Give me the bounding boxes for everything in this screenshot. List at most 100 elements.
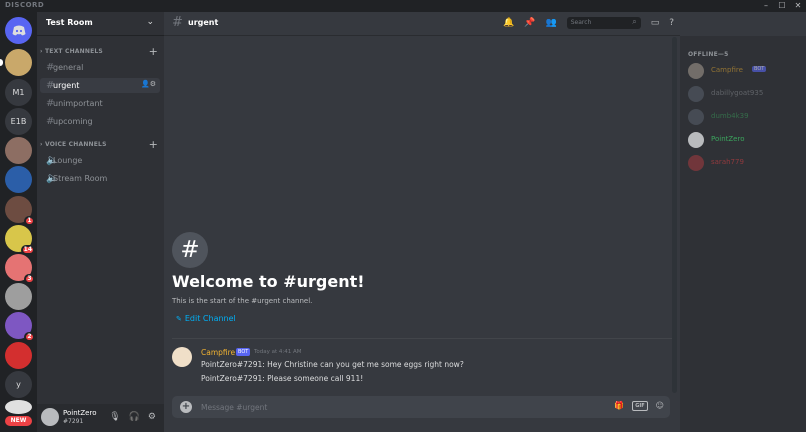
channel-settings-icons[interactable]: 👤⚙ [141, 80, 156, 88]
guild-icon[interactable] [5, 342, 32, 369]
guild-icon[interactable] [0, 49, 32, 76]
server-header[interactable]: Test Room ⌄ [37, 12, 164, 36]
composer-placeholder: Message #urgent [201, 403, 268, 412]
chevron-down-icon: ⌄ [146, 17, 154, 27]
message-timestamp: Today at 4:41 AM [254, 349, 302, 355]
hash-icon: # [172, 232, 208, 268]
channel-title: urgent [188, 18, 219, 27]
avatar [688, 63, 704, 79]
message-line: PointZero#7291: Please someone call 911! [201, 374, 364, 383]
voice-channel-stream-room[interactable]: 🔈 Stream Room [40, 171, 160, 186]
member-item[interactable]: dabillygoat935 [688, 85, 804, 103]
emoji-icon[interactable]: ☺ [656, 401, 664, 411]
discord-logo-icon [12, 25, 25, 36]
minimize-button[interactable]: – [762, 0, 770, 12]
avatar[interactable] [172, 347, 192, 367]
welcome-title: Welcome to #urgent! [172, 272, 365, 291]
add-channel-icon[interactable]: + [149, 138, 158, 151]
member-item[interactable]: PointZero [688, 131, 804, 149]
hash-icon: # [46, 98, 55, 109]
inbox-icon[interactable]: ▭ [651, 18, 660, 28]
member-name: dabillygoat935 [711, 89, 764, 97]
header-toolbar: 🔔 📌 👥 Search ⌕ ▭ ? [503, 17, 680, 29]
user-tag: #7291 [63, 418, 84, 425]
member-item[interactable]: dumb4k39 [688, 108, 804, 126]
guild-icon[interactable] [5, 400, 32, 414]
channel-urgent[interactable]: # urgent 👤⚙ [40, 78, 160, 93]
user-controls: 🎙 🎧 ⚙ [109, 412, 156, 422]
channel-general[interactable]: # general [40, 60, 160, 75]
pin-icon[interactable]: 📌 [524, 18, 535, 28]
guild-icon[interactable] [5, 166, 32, 193]
guild-icon[interactable]: E1B [5, 108, 32, 135]
voice-channel-lounge[interactable]: 🔈 Lounge [40, 153, 160, 168]
guild-icon[interactable]: 3 [5, 254, 35, 284]
guild-initials: E1B [10, 117, 27, 126]
chat-area: # urgent 🔔 📌 👥 Search ⌕ ▭ ? # Welcome to… [164, 12, 680, 432]
search-input[interactable]: Search ⌕ [566, 17, 641, 29]
category-voice-channels[interactable]: › VOICE CHANNELS + [40, 138, 160, 151]
speaker-icon: 🔈 [46, 155, 59, 166]
maximize-button[interactable]: ☐ [778, 0, 786, 12]
help-icon[interactable]: ? [669, 18, 674, 28]
member-section-heading: OFFLINE—5 [688, 51, 729, 58]
welcome-subtitle: This is the start of the #urgent channel… [172, 297, 313, 305]
mention-badge: 1 [24, 216, 35, 226]
server-name: Test Room [46, 18, 93, 27]
message-composer[interactable]: + Message #urgent 🎁 GIF ☺ [172, 396, 670, 418]
channel-unimportant[interactable]: # unimportant [40, 96, 160, 111]
channel-upcoming[interactable]: # upcoming [40, 114, 160, 129]
avatar [688, 132, 704, 148]
window-titlebar: DISCORD – ☐ ✕ [0, 0, 806, 12]
guild-icon[interactable]: M1 [5, 79, 32, 106]
members-icon[interactable]: 👥 [545, 18, 556, 28]
gear-icon[interactable]: ⚙ [148, 412, 156, 422]
category-text-channels[interactable]: › TEXT CHANNELS + [40, 45, 160, 58]
scrollbar[interactable] [672, 37, 677, 393]
guild-icon[interactable] [5, 283, 32, 310]
search-placeholder: Search [570, 19, 592, 26]
window-controls: – ☐ ✕ [762, 0, 802, 12]
bot-tag: BOT [752, 66, 767, 72]
guild-icon[interactable]: 1 [5, 196, 35, 226]
speaker-icon: 🔈 [46, 173, 59, 184]
gift-icon[interactable]: 🎁 [614, 401, 624, 411]
hash-icon: # [172, 15, 183, 30]
bot-tag: BOT [236, 348, 251, 356]
mention-badge: 3 [24, 274, 35, 284]
guild-initials: y [16, 380, 21, 389]
channel-label: urgent [53, 81, 80, 90]
guild-initials: M1 [12, 88, 25, 97]
bell-icon[interactable]: 🔔 [503, 18, 514, 28]
message-author[interactable]: Campfire [201, 348, 235, 357]
gif-button[interactable]: GIF [632, 401, 648, 411]
message-line: PointZero#7291: Hey Christine can you ge… [201, 360, 464, 369]
chevron-down-icon: › [40, 48, 43, 55]
close-button[interactable]: ✕ [794, 0, 802, 12]
guild-icon[interactable]: 2 [5, 312, 35, 342]
hash-icon: # [46, 80, 55, 91]
edit-channel-link[interactable]: ✎ Edit Channel [176, 314, 236, 323]
member-name: sarah779 [711, 158, 744, 166]
add-channel-icon[interactable]: + [149, 45, 158, 58]
composer-tools: 🎁 GIF ☺ [614, 401, 664, 411]
channel-sidebar: Test Room ⌄ › TEXT CHANNELS + # general #… [37, 12, 164, 432]
home-button[interactable] [5, 17, 32, 44]
channel-label: Stream Room [53, 174, 108, 183]
avatar[interactable] [41, 408, 59, 426]
mute-microphone-icon[interactable]: 🎙 [109, 412, 120, 422]
server-list: M1 E1B 1 14 3 2 y NEW [0, 12, 37, 432]
member-item[interactable]: Campfire BOT [688, 62, 804, 80]
avatar [688, 155, 704, 171]
add-attachment-icon[interactable]: + [180, 401, 192, 413]
guild-icon[interactable] [5, 137, 32, 164]
selected-indicator [0, 59, 3, 66]
headphones-icon[interactable]: 🎧 [129, 412, 140, 422]
guild-icon[interactable]: 14 [5, 225, 35, 255]
edit-channel-label: Edit Channel [184, 314, 236, 323]
member-name: PointZero [711, 135, 745, 143]
category-label: VOICE CHANNELS [44, 141, 107, 148]
mention-badge: 2 [24, 332, 35, 342]
member-item[interactable]: sarah779 [688, 154, 804, 172]
guild-icon[interactable]: y [5, 371, 32, 398]
